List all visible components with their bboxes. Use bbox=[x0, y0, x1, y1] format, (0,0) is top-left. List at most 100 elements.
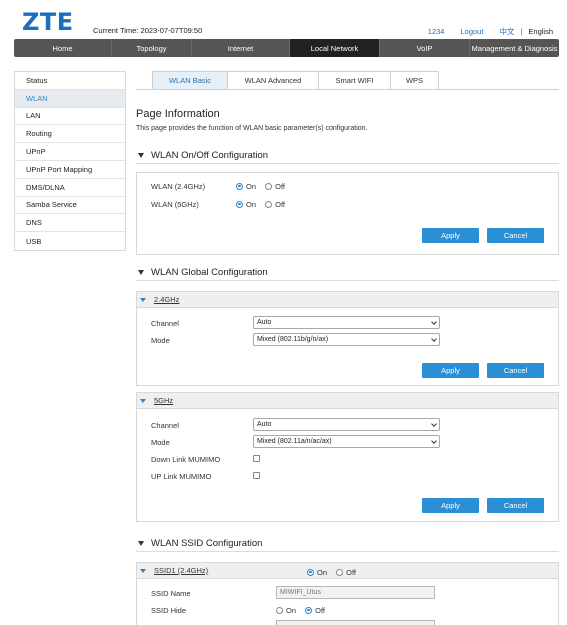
sidebar-item-dms-dlna[interactable]: DMS/DLNA bbox=[15, 179, 125, 197]
nav-management-diagnosis[interactable]: Management & Diagnosis bbox=[470, 39, 559, 57]
collapse-triangle-icon bbox=[138, 153, 144, 158]
ssid1-enable-radio-group: On Off bbox=[307, 567, 363, 577]
nav-voip[interactable]: VoIP bbox=[380, 39, 470, 57]
section-title: WLAN On/Off Configuration bbox=[151, 150, 269, 161]
sidebar-item-upnp-port-mapping[interactable]: UPnP Port Mapping bbox=[15, 161, 125, 179]
tab-wlan-advanced[interactable]: WLAN Advanced bbox=[227, 71, 319, 89]
ssid-hide-radio-group: On Off bbox=[276, 605, 332, 615]
nav-local-network[interactable]: Local Network bbox=[290, 39, 380, 57]
radio-label-on: On bbox=[317, 567, 328, 577]
wlan5-on-radio[interactable] bbox=[236, 200, 243, 208]
nav-topology[interactable]: Topology bbox=[112, 39, 192, 57]
ul-mumimo-label: UP Link MUMIMO bbox=[151, 472, 212, 481]
sidebar-item-lan[interactable]: LAN bbox=[15, 108, 125, 126]
dl-mumimo-checkbox[interactable] bbox=[253, 455, 260, 462]
sidebar-item-dns[interactable]: DNS bbox=[15, 214, 125, 233]
sidebar: Status WLAN LAN Routing UPnP UPnP Port M… bbox=[14, 71, 126, 251]
ssid-hide-off-radio[interactable] bbox=[305, 606, 313, 614]
band5-name: 5GHz bbox=[154, 396, 174, 405]
chevron-down-icon bbox=[431, 319, 437, 325]
wlan5-label: WLAN (5GHz) bbox=[151, 200, 199, 209]
band5-mode-label: Mode bbox=[151, 438, 170, 447]
band24-mode-select[interactable]: Mixed (802.11b/g/n/ax) bbox=[253, 333, 440, 346]
section-title: WLAN Global Configuration bbox=[151, 267, 268, 278]
radio-label-off: Off bbox=[275, 181, 285, 191]
wlan24-off-radio[interactable] bbox=[265, 182, 273, 190]
ssid-name-input[interactable]: MIWIFI_Utus bbox=[276, 586, 435, 599]
section-wlan-global-header[interactable]: WLAN Global Configuration bbox=[136, 265, 559, 281]
header: ZTE Current Time: 2023-07-07T09:50 1234 … bbox=[0, 0, 567, 40]
chevron-down-icon bbox=[431, 421, 437, 427]
onoff-cancel-button[interactable]: Cancel bbox=[487, 228, 544, 243]
wlan24-radio-group: On Off bbox=[236, 181, 292, 191]
sub-tabs: WLAN Basic WLAN Advanced Smart WIFI WPS bbox=[152, 71, 439, 89]
logout-link[interactable]: Logout bbox=[460, 27, 483, 36]
tab-wlan-basic[interactable]: WLAN Basic bbox=[152, 71, 228, 89]
expand-triangle-icon bbox=[140, 568, 146, 573]
zte-logo[interactable]: ZTE bbox=[22, 8, 74, 36]
next-field-input[interactable] bbox=[276, 620, 435, 625]
expand-triangle-icon bbox=[140, 398, 146, 403]
band24-mode-label: Mode bbox=[151, 336, 170, 345]
band5-channel-select[interactable]: Auto bbox=[253, 418, 440, 431]
band5-cancel-button[interactable]: Cancel bbox=[487, 498, 544, 513]
sidebar-item-wlan[interactable]: WLAN bbox=[15, 89, 125, 108]
ssid1-off-radio[interactable] bbox=[336, 568, 344, 576]
band5-apply-button[interactable]: Apply bbox=[422, 498, 479, 513]
section-wlan-ssid-header[interactable]: WLAN SSID Configuration bbox=[136, 536, 559, 552]
radio-label-on: On bbox=[246, 199, 257, 209]
ssid-name-label: SSID Name bbox=[151, 589, 191, 598]
band5-channel-value: Auto bbox=[257, 421, 272, 428]
lang-separator: | bbox=[520, 27, 523, 36]
band24-channel-select[interactable]: Auto bbox=[253, 316, 440, 329]
ssid1-name: SSID1 (2.4GHz) bbox=[154, 566, 209, 575]
lang-english-link[interactable]: English bbox=[528, 27, 553, 36]
collapse-triangle-icon bbox=[138, 270, 144, 275]
page-info-title: Page Information bbox=[136, 108, 220, 120]
band5-mode-select[interactable]: Mixed (802.11a/n/ac/ax) bbox=[253, 435, 440, 448]
main-nav: Home Topology Internet Local Network VoI… bbox=[14, 39, 559, 57]
band24-apply-button[interactable]: Apply bbox=[422, 363, 479, 378]
ul-mumimo-checkbox[interactable] bbox=[253, 472, 260, 479]
section-title: WLAN SSID Configuration bbox=[151, 538, 263, 549]
band24-name: 2.4GHz bbox=[154, 295, 180, 304]
tab-wps[interactable]: WPS bbox=[390, 71, 439, 89]
current-time-value: 2023-07-07T09:50 bbox=[140, 26, 203, 35]
chevron-down-icon bbox=[431, 336, 437, 342]
sidebar-item-upnp[interactable]: UPnP bbox=[15, 143, 125, 161]
nav-home[interactable]: Home bbox=[14, 39, 112, 57]
onoff-apply-button[interactable]: Apply bbox=[422, 228, 479, 243]
wlan24-label: WLAN (2.4GHz) bbox=[151, 182, 206, 191]
radio-label-off: Off bbox=[346, 567, 356, 577]
top-links: 1234 Logout 中文 | English bbox=[428, 26, 553, 37]
band24-mode-value: Mixed (802.11b/g/n/ax) bbox=[257, 336, 329, 343]
radio-label-off: Off bbox=[275, 199, 285, 209]
dl-mumimo-label: Down Link MUMIMO bbox=[151, 455, 221, 464]
sidebar-item-status[interactable]: Status bbox=[15, 72, 125, 90]
chevron-down-icon bbox=[431, 438, 437, 444]
username-link[interactable]: 1234 bbox=[428, 27, 445, 36]
page-info-description: This page provides the function of WLAN … bbox=[136, 125, 368, 132]
radio-label-on: On bbox=[286, 605, 297, 615]
current-time: Current Time: 2023-07-07T09:50 bbox=[93, 26, 202, 35]
wlan5-off-radio[interactable] bbox=[265, 200, 273, 208]
radio-label-off: Off bbox=[315, 605, 325, 615]
band24-cancel-button[interactable]: Cancel bbox=[487, 363, 544, 378]
sidebar-item-routing[interactable]: Routing bbox=[15, 125, 125, 144]
tab-underline bbox=[136, 89, 559, 90]
wlan24-on-radio[interactable] bbox=[236, 182, 243, 190]
lang-chinese-link[interactable]: 中文 bbox=[499, 26, 514, 37]
ssid1-on-radio[interactable] bbox=[307, 568, 314, 576]
ssid-hide-on-radio[interactable] bbox=[276, 606, 283, 614]
band5-channel-label: Channel bbox=[151, 421, 179, 430]
band24-channel-label: Channel bbox=[151, 319, 179, 328]
band24-subheader[interactable]: 2.4GHz bbox=[136, 291, 559, 308]
tab-smart-wifi[interactable]: Smart WIFI bbox=[318, 71, 391, 89]
band5-subheader[interactable]: 5GHz bbox=[136, 392, 559, 409]
collapse-triangle-icon bbox=[138, 541, 144, 546]
nav-internet[interactable]: Internet bbox=[192, 39, 290, 57]
wlan5-radio-group: On Off bbox=[236, 199, 292, 209]
sidebar-item-usb[interactable]: USB bbox=[15, 232, 125, 250]
sidebar-item-samba-service[interactable]: Samba Service bbox=[15, 197, 125, 215]
section-wlan-onoff-header[interactable]: WLAN On/Off Configuration bbox=[136, 148, 559, 164]
